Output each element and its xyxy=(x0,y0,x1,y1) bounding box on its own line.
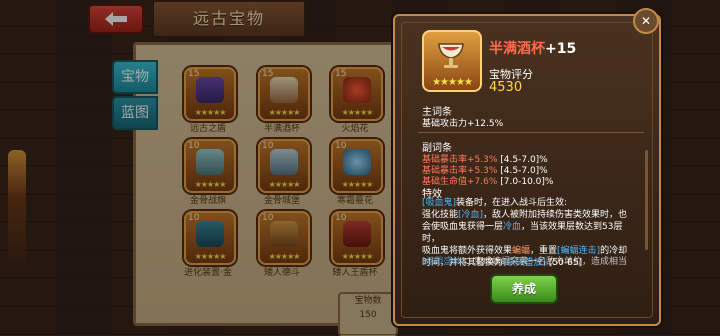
close-icon: ✕ xyxy=(640,14,652,28)
effect-text: 会使吸血鬼获得一层 xyxy=(422,222,504,232)
skill-tag: [蝙蝠连击] xyxy=(557,246,601,256)
effect-text: 的冷却 xyxy=(600,246,628,256)
goblet-icon xyxy=(438,43,464,68)
sub-stat-range: [7.0-10.0]% xyxy=(500,177,554,187)
skill-tag: 蝙蝠 xyxy=(512,246,531,256)
divider xyxy=(418,132,644,133)
skill-tag: [吸血鬼] xyxy=(422,198,457,208)
skill-tag: 冷血 xyxy=(503,222,522,232)
score-value: 4530 xyxy=(489,80,523,95)
scrollbar[interactable] xyxy=(645,150,648,250)
effect-text: ，敌人被附加持续伤害类效果时，也 xyxy=(483,210,628,220)
skill-tag: [杀戮盛放] xyxy=(422,257,466,267)
effect-text: 吸血鬼将额外获得效果 xyxy=(422,246,513,256)
item-name-text: 半满酒杯 xyxy=(489,41,545,57)
main-stat: 基础攻击力+12.5% xyxy=(422,119,504,129)
skill-tag: [冷血] xyxy=(458,210,484,220)
effect-text: ，重置 xyxy=(530,246,558,256)
effect-text: ：变成蝙蝠突袭一名敌方单位，造成相当 xyxy=(465,257,628,267)
effect-text: 装备时，在进入战斗后生效: xyxy=(456,198,568,208)
effect-text: 强化技能 xyxy=(422,210,459,220)
item-upgrade-level: +15 xyxy=(545,41,577,57)
close-button[interactable]: ✕ xyxy=(633,8,659,34)
star-rating: ★★★★★ xyxy=(432,77,473,88)
effect-description-continued: [杀戮盛放]：变成蝙蝠突袭一名敌方单位，造成相当 xyxy=(422,256,636,268)
item-name: 半满酒杯+15 xyxy=(489,38,576,58)
upgrade-button[interactable]: 养成 xyxy=(490,274,558,304)
item-icon-card: ★★★★★ xyxy=(422,30,482,92)
